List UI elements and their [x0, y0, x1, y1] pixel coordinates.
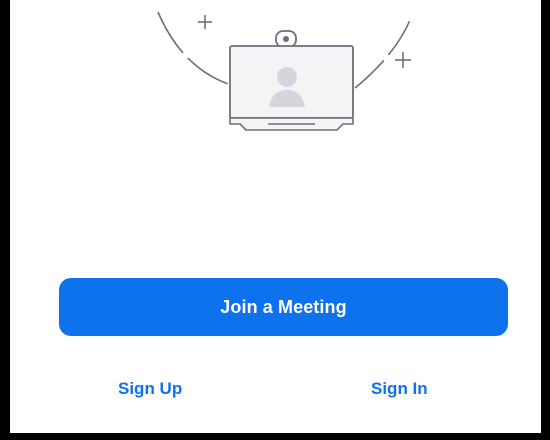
- sign-in-link[interactable]: Sign In: [371, 375, 428, 403]
- plus-icon: [395, 52, 411, 68]
- camera-lens: [283, 36, 289, 42]
- video-conference-illustration: [157, 11, 411, 131]
- avatar-head: [277, 67, 297, 87]
- app-screen: Join a Meeting Sign Up Sign In: [10, 0, 541, 433]
- orbit-arc-right: [354, 19, 411, 89]
- plus-icon: [198, 15, 212, 29]
- sign-up-link[interactable]: Sign Up: [118, 375, 182, 403]
- join-meeting-button[interactable]: Join a Meeting: [59, 278, 508, 336]
- video-conference-device-icon: [229, 30, 354, 131]
